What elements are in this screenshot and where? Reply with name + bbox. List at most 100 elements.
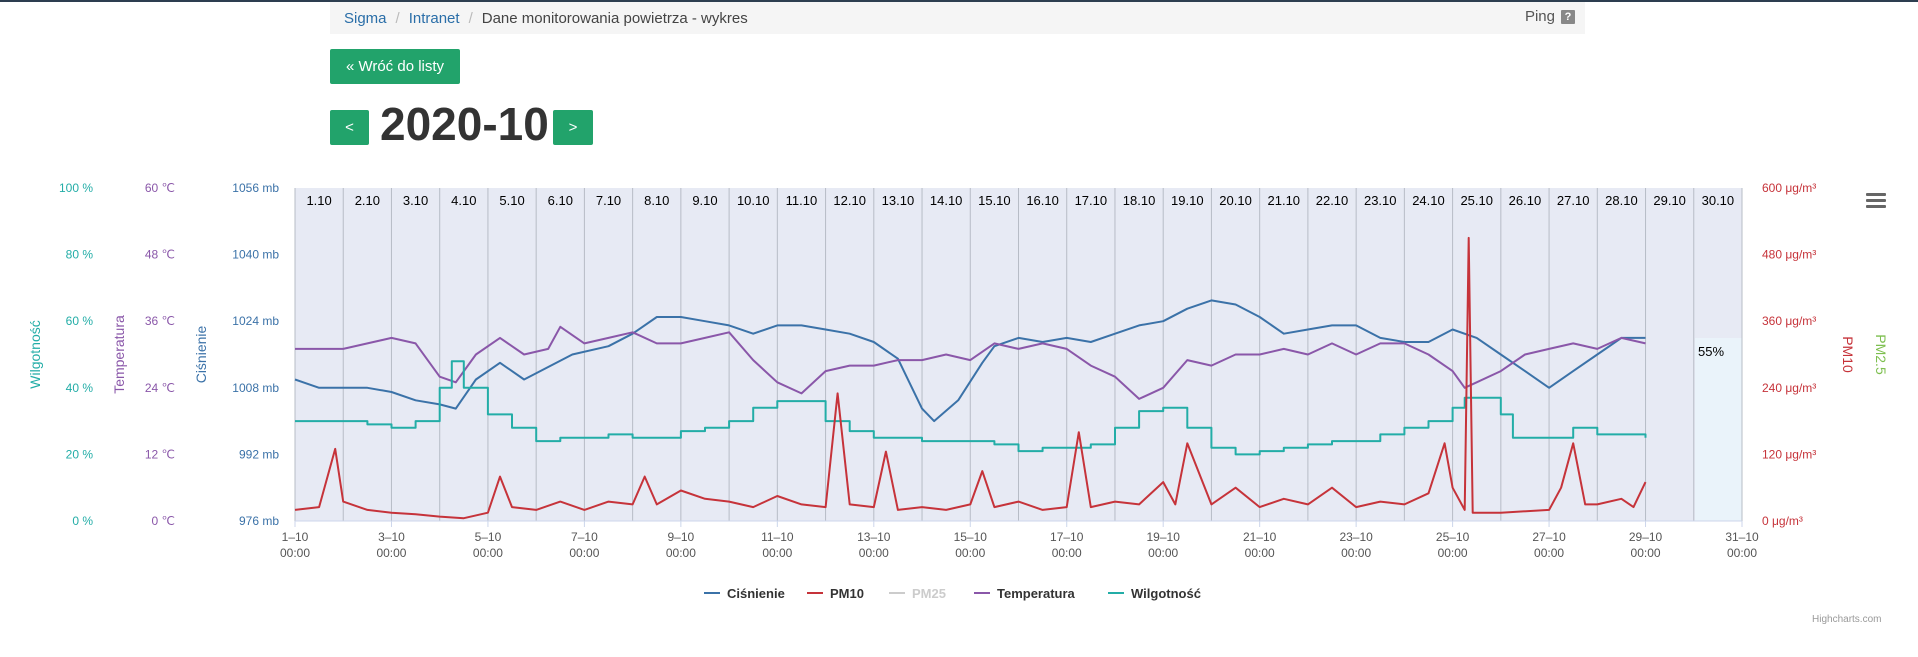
x-tick-label: 00:00 [1438,546,1468,560]
wilg-axis-title: Wilgotność [27,320,43,388]
x-tick-label: 00:00 [376,546,406,560]
pm10-axis-title: PM10 [1840,336,1856,373]
x-tick-label: 00:00 [859,546,889,560]
day-label: 5.10 [499,193,524,208]
x-tick-label: 15–10 [954,530,988,544]
legend-item-pm10[interactable]: PM10 [807,586,864,601]
x-tick-label: 5–10 [475,530,502,544]
day-label: 18.10 [1123,193,1156,208]
x-tick-label: 00:00 [1245,546,1275,560]
temp-tick-label: 12 ℃ [145,447,175,461]
day-label: 24.10 [1412,193,1445,208]
highcharts-credits[interactable]: Highcharts.com [1812,614,1881,625]
x-tick-label: 00:00 [280,546,310,560]
pm10-tick-label: 240 μg/m³ [1762,381,1816,395]
temp-tick-label: 60 ℃ [145,181,175,195]
press-tick-label: 1056 mb [232,181,279,195]
wilg-tick-label: 40 % [66,381,94,395]
air-monitoring-chart: 55% 1.10 2.10 3.10 4.10 5.10 6.10 7.10 8.10 9.10 1… [27,181,1889,601]
x-tick-label: 25–10 [1436,530,1470,544]
day-label: 15.10 [978,193,1011,208]
x-tick-label: 27–10 [1532,530,1566,544]
legend-item-ciśnienie[interactable]: Ciśnienie [704,586,785,601]
x-tick-label: 00:00 [1341,546,1371,560]
press-tick-label: 976 mb [239,514,279,528]
day-label: 23.10 [1364,193,1397,208]
temp-tick-label: 24 ℃ [145,381,175,395]
x-tick-label: 9–10 [668,530,695,544]
x-tick-label: 19–10 [1147,530,1181,544]
x-tick-label: 29–10 [1629,530,1663,544]
x-tick-label: 00:00 [1631,546,1661,560]
press-tick-label: 1040 mb [232,248,279,262]
day-label: 7.10 [596,193,621,208]
x-tick-label: 00:00 [762,546,792,560]
day-label: 1.10 [306,193,331,208]
day-label: 21.10 [1268,193,1301,208]
legend-item-wilgotność[interactable]: Wilgotność [1108,586,1201,601]
day-label: 14.10 [930,193,963,208]
x-tick-label: 13–10 [857,530,891,544]
legend-label: PM10 [830,586,864,601]
x-tick-label: 11–10 [761,530,794,544]
day-label: 22.10 [1316,193,1349,208]
temp-tick-label: 48 ℃ [145,248,175,262]
day-label: 28.10 [1605,193,1638,208]
day-label: 12.10 [833,193,866,208]
press-tick-label: 1008 mb [232,381,279,395]
temp-tick-label: 0 ℃ [152,514,175,528]
day-label: 20.10 [1219,193,1252,208]
x-tick-label: 00:00 [1534,546,1564,560]
temp-tick-label: 36 ℃ [145,314,175,328]
x-tick-label: 23–10 [1339,530,1373,544]
day-label: 26.10 [1509,193,1542,208]
day-label: 6.10 [548,193,573,208]
day-label: 8.10 [644,193,669,208]
pm10-tick-label: 600 μg/m³ [1762,181,1816,195]
x-tick-label: 00:00 [1052,546,1082,560]
x-tick-label: 31–10 [1725,530,1759,544]
day-label: 30.10 [1702,193,1735,208]
day-label: 3.10 [403,193,428,208]
pm10-tick-label: 360 μg/m³ [1762,314,1816,328]
x-tick-label: 17–10 [1050,530,1084,544]
day-label: 27.10 [1557,193,1590,208]
day-label: 4.10 [451,193,476,208]
x-tick-label: 7–10 [571,530,598,544]
pm10-tick-label: 120 μg/m³ [1762,447,1816,461]
pm10-tick-label: 480 μg/m³ [1762,248,1816,262]
x-tick-label: 00:00 [569,546,599,560]
pm10-tick-label: 0 μg/m³ [1762,514,1803,528]
day-label: 25.10 [1460,193,1493,208]
legend-item-pm25[interactable]: PM25 [889,586,946,601]
wilg-tick-label: 80 % [66,248,94,262]
wilg-tick-label: 20 % [66,447,94,461]
legend-label: Ciśnienie [727,586,785,601]
wilg-tick-label: 0 % [72,514,93,528]
wilg-tick-label: 60 % [66,314,94,328]
chart-menu-icon[interactable] [1866,193,1886,209]
x-tick-label: 00:00 [955,546,985,560]
day-label: 9.10 [692,193,717,208]
day-label: 19.10 [1171,193,1204,208]
legend-label: Wilgotność [1131,586,1201,601]
press-tick-label: 1024 mb [232,314,279,328]
press-tick-label: 992 mb [239,447,279,461]
temp-axis-title: Temperatura [111,315,127,394]
day-label: 17.10 [1075,193,1108,208]
legend-label: Temperatura [997,586,1076,601]
x-tick-label: 00:00 [473,546,503,560]
pm25-axis-title: PM2.5 [1873,334,1889,375]
x-tick-label: 00:00 [1727,546,1757,560]
day-label: 29.10 [1653,193,1686,208]
day-label: 11.10 [786,193,818,208]
legend-label: PM25 [912,586,946,601]
x-tick-label: 21–10 [1243,530,1277,544]
press-axis-title: Ciśnienie [193,325,209,383]
day-label: 16.10 [1026,193,1059,208]
humidity-band-label: 55% [1698,344,1724,359]
legend-item-temperatura[interactable]: Temperatura [974,586,1076,601]
humidity-band [1695,338,1742,521]
x-tick-label: 00:00 [666,546,696,560]
x-tick-label: 00:00 [1148,546,1178,560]
